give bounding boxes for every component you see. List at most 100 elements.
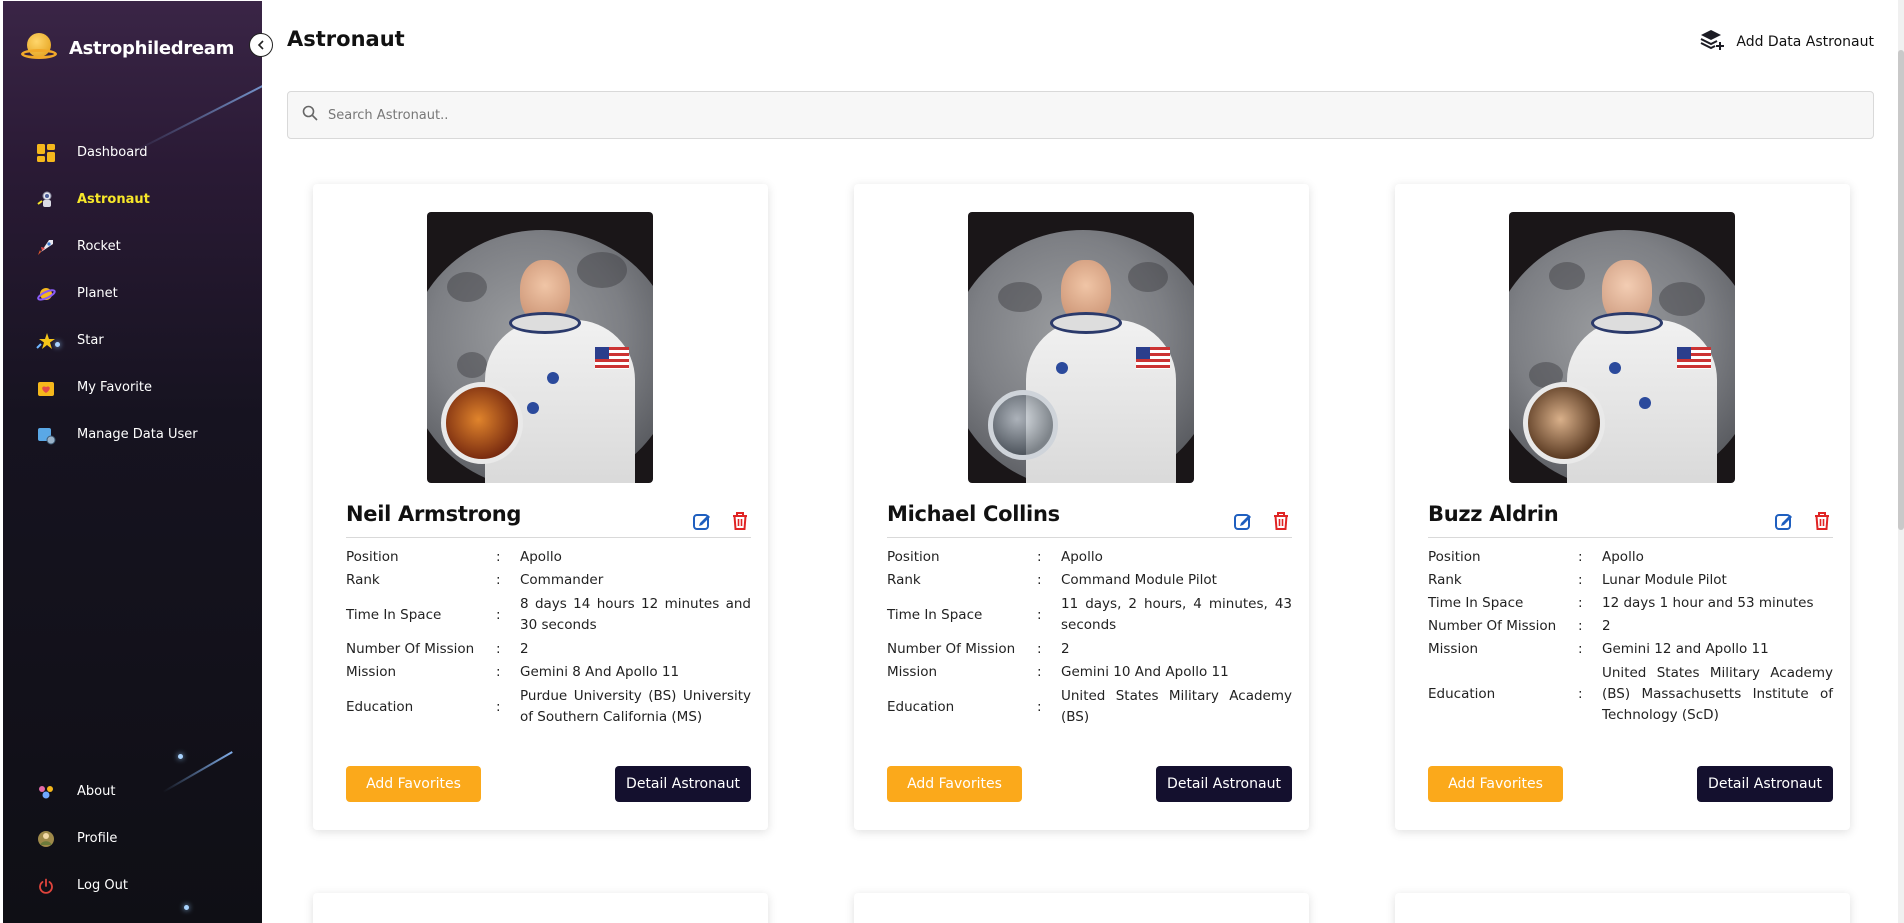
info-key: Number Of Mission — [346, 641, 475, 657]
astronaut-card-partial — [1395, 893, 1850, 923]
planet-icon — [35, 283, 57, 305]
sidebar-item-astronaut[interactable]: Astronaut — [3, 176, 262, 223]
info-key: Time In Space — [1428, 595, 1524, 611]
card-buttons: Add Favorites Detail Astronaut — [1428, 766, 1833, 802]
profile-icon — [35, 828, 57, 850]
info-row-education: Education: United States Military Academ… — [1428, 661, 1833, 727]
info-value: United States Military Academy (BS) — [1061, 688, 1292, 725]
astronaut-name: Neil Armstrong — [346, 502, 522, 526]
info-value: United States Military Academy (BS) Mass… — [1602, 664, 1833, 723]
info-row-time-in-space: Time In Space: 8 days 14 hours 12 minute… — [346, 592, 751, 638]
info-key: Rank — [887, 572, 921, 588]
sidebar-item-label: About — [77, 784, 116, 799]
sidebar-item-label: My Favorite — [77, 380, 152, 395]
info-value: 2 — [1602, 618, 1611, 634]
scrollbar[interactable] — [1898, 0, 1904, 923]
dashboard-icon — [35, 142, 57, 164]
info-value: Purdue University (BS) University of Sou… — [520, 688, 751, 725]
info-key: Education — [1428, 685, 1496, 702]
astronaut-card: Michael Collins Position: Apollo Rank: C… — [854, 184, 1309, 830]
info-key: Time In Space — [887, 606, 983, 623]
manage-user-icon — [35, 424, 57, 446]
info-row-education: Education: United States Military Academ… — [887, 684, 1292, 730]
astronaut-name: Michael Collins — [887, 502, 1060, 526]
astronaut-photo — [968, 212, 1194, 483]
info-key: Number Of Mission — [887, 641, 1016, 657]
sidebar-item-planet[interactable]: Planet — [3, 270, 262, 317]
card-actions — [1232, 510, 1292, 532]
add-favorites-button[interactable]: Add Favorites — [887, 766, 1022, 802]
edit-icon[interactable] — [691, 510, 713, 532]
scrollbar-thumb[interactable] — [1898, 50, 1904, 530]
edit-icon[interactable] — [1773, 510, 1795, 532]
info-key: Education — [887, 698, 955, 715]
info-row-position: Position: Apollo — [887, 546, 1292, 569]
search-input[interactable] — [328, 107, 1821, 123]
info-row-position: Position: Apollo — [346, 546, 751, 569]
sidebar-item-profile[interactable]: Profile — [3, 815, 262, 862]
info-key: Rank — [1428, 572, 1462, 588]
astronaut-card-partial — [313, 893, 768, 923]
info-value: Gemini 8 And Apollo 11 — [520, 664, 680, 680]
sidebar-item-about[interactable]: About — [3, 768, 262, 815]
info-row-mission: Mission: Gemini 10 And Apollo 11 — [887, 661, 1292, 684]
delete-icon[interactable] — [1811, 510, 1833, 532]
sidebar-item-rocket[interactable]: Rocket — [3, 223, 262, 270]
info-value: Lunar Module Pilot — [1602, 572, 1727, 588]
info-value: Commander — [520, 572, 604, 588]
sidebar-item-label: Profile — [77, 831, 118, 846]
info-row-number-of-mission: Number Of Mission: 2 — [1428, 615, 1833, 638]
star-dot — [178, 754, 183, 759]
add-favorites-button[interactable]: Add Favorites — [1428, 766, 1563, 802]
divider — [887, 537, 1292, 538]
favorite-icon — [35, 377, 57, 399]
sidebar-item-log-out[interactable]: Log Out — [3, 862, 262, 909]
info-row-rank: Rank: Lunar Module Pilot — [1428, 569, 1833, 592]
astronaut-info: Position: Apollo Rank: Commander Time In… — [346, 546, 751, 730]
detail-astronaut-button[interactable]: Detail Astronaut — [615, 766, 751, 802]
info-value: Command Module Pilot — [1061, 572, 1217, 588]
about-icon — [35, 781, 57, 803]
layers-plus-icon — [1700, 28, 1726, 56]
divider — [346, 537, 751, 538]
info-row-number-of-mission: Number Of Mission: 2 — [346, 638, 751, 661]
info-row-number-of-mission: Number Of Mission: 2 — [887, 638, 1292, 661]
card-actions — [1773, 510, 1833, 532]
brand[interactable]: Astrophiledream — [21, 29, 234, 67]
sidebar-item-label: Dashboard — [77, 145, 148, 160]
card-buttons: Add Favorites Detail Astronaut — [346, 766, 751, 802]
delete-icon[interactable] — [729, 510, 751, 532]
sidebar-item-label: Manage Data User — [77, 427, 198, 442]
sidebar-item-my-favorite[interactable]: My Favorite — [3, 364, 262, 411]
info-value: Apollo — [520, 549, 562, 565]
info-key: Time In Space — [346, 606, 442, 623]
search-icon — [302, 105, 318, 125]
sidebar-item-label: Planet — [77, 286, 118, 301]
edit-icon[interactable] — [1232, 510, 1254, 532]
detail-astronaut-button[interactable]: Detail Astronaut — [1697, 766, 1833, 802]
astronaut-card: Neil Armstrong Position: Apollo Rank: Co… — [313, 184, 768, 830]
star-icon — [35, 330, 57, 352]
sidebar-item-manage-data-user[interactable]: Manage Data User — [3, 411, 262, 458]
collapse-sidebar-button[interactable] — [249, 33, 273, 57]
info-row-time-in-space: Time In Space: 11 days, 2 hours, 4 minut… — [887, 592, 1292, 638]
info-row-position: Position: Apollo — [1428, 546, 1833, 569]
info-row-rank: Rank: Commander — [346, 569, 751, 592]
sidebar-item-star[interactable]: Star — [3, 317, 262, 364]
info-key: Position — [887, 549, 940, 565]
sidebar-item-dashboard[interactable]: Dashboard — [3, 129, 262, 176]
divider — [1428, 537, 1833, 538]
search-bar — [287, 91, 1874, 139]
info-key: Mission — [1428, 641, 1479, 657]
add-data-astronaut-button[interactable]: Add Data Astronaut — [1700, 28, 1874, 56]
astronaut-photo — [427, 212, 653, 483]
info-key: Rank — [346, 572, 380, 588]
rocket-icon — [35, 236, 57, 258]
info-row-mission: Mission: Gemini 12 and Apollo 11 — [1428, 638, 1833, 661]
detail-astronaut-button[interactable]: Detail Astronaut — [1156, 766, 1292, 802]
add-favorites-button[interactable]: Add Favorites — [346, 766, 481, 802]
sidebar-nav: Dashboard Astronaut Rocket Planet Star M… — [3, 129, 262, 458]
brand-logo-icon — [21, 29, 57, 67]
delete-icon[interactable] — [1270, 510, 1292, 532]
info-key: Education — [346, 698, 414, 715]
